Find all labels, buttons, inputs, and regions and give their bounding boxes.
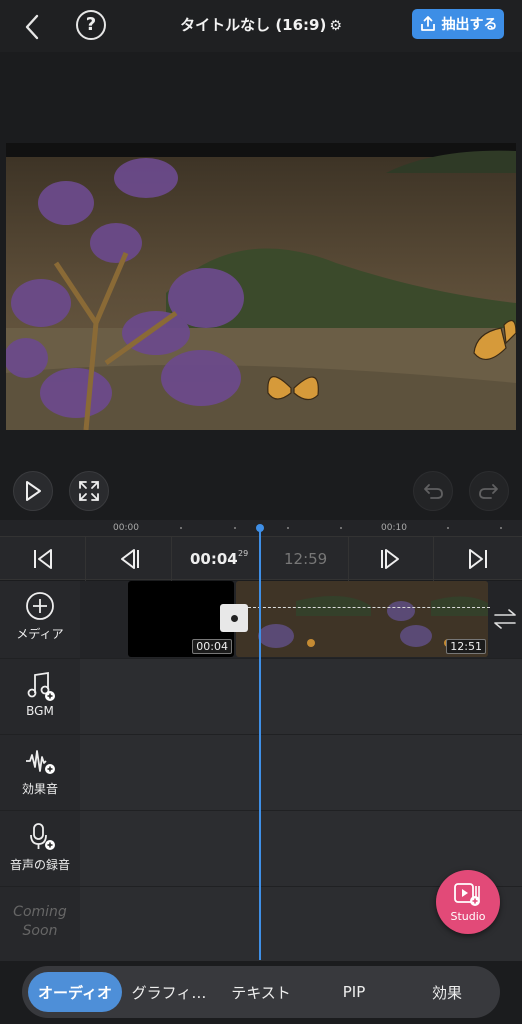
studio-button[interactable]: Studio bbox=[436, 870, 500, 934]
undo-button[interactable] bbox=[413, 471, 453, 511]
redo-button[interactable] bbox=[469, 471, 509, 511]
track-sfx-button[interactable]: 効果音 bbox=[0, 735, 80, 810]
prev-frame-button[interactable] bbox=[86, 537, 172, 581]
studio-icon bbox=[454, 882, 480, 906]
top-bar: ? タイトルなし (16:9) ⚙ 抽出する bbox=[0, 0, 522, 52]
chevron-left-icon bbox=[25, 14, 39, 40]
track-bgm-button[interactable]: BGM bbox=[0, 659, 80, 734]
redo-icon bbox=[479, 484, 498, 499]
video-frame-image bbox=[6, 143, 516, 430]
export-button[interactable]: 抽出する bbox=[412, 9, 504, 39]
project-title[interactable]: タイトルなし (16:9) ⚙ bbox=[150, 14, 372, 35]
transition-dot bbox=[230, 614, 238, 622]
ruler-dot bbox=[234, 527, 236, 529]
total-time: 12:59 bbox=[284, 550, 328, 568]
tab-audio[interactable]: オーディオ bbox=[28, 972, 122, 1012]
clip-1-duration: 00:04 bbox=[192, 639, 232, 654]
back-button[interactable] bbox=[18, 12, 48, 42]
skip-start-icon bbox=[33, 549, 52, 569]
video-preview[interactable] bbox=[6, 143, 516, 430]
playhead[interactable] bbox=[259, 528, 261, 960]
playhead-knob[interactable] bbox=[256, 524, 264, 532]
ruler-dot bbox=[340, 527, 342, 529]
ruler-dot bbox=[447, 527, 449, 529]
tab-pip[interactable]: PIP bbox=[312, 972, 396, 1012]
step-back-icon bbox=[120, 549, 139, 569]
track-bgm-label: BGM bbox=[26, 704, 54, 718]
track-media-button[interactable]: メディア bbox=[0, 581, 80, 658]
add-circle-icon bbox=[26, 592, 54, 620]
jump-to-end-button[interactable] bbox=[435, 537, 521, 581]
skip-end-icon bbox=[469, 549, 487, 569]
sfx-lane[interactable] bbox=[80, 735, 522, 810]
tab-text[interactable]: テキスト bbox=[216, 972, 306, 1012]
ruler-dot bbox=[287, 527, 289, 529]
timecode-display: 00:04 29 12:59 bbox=[174, 537, 348, 581]
bgm-lane[interactable] bbox=[80, 659, 522, 734]
step-forward-icon bbox=[381, 549, 399, 569]
swap-icon[interactable] bbox=[492, 606, 518, 632]
ruler-tick-label: 00:00 bbox=[113, 523, 139, 533]
current-time: 00:04 bbox=[190, 550, 238, 568]
project-title-text: タイトルなし (16:9) bbox=[180, 16, 327, 34]
ruler-dot bbox=[500, 527, 502, 529]
gear-icon[interactable]: ⚙ bbox=[329, 18, 342, 34]
current-frame: 29 bbox=[238, 549, 249, 558]
export-label: 抽出する bbox=[441, 17, 498, 33]
share-icon bbox=[420, 16, 435, 31]
track-voice-label: 音声の録音 bbox=[9, 858, 70, 872]
microphone-icon bbox=[30, 823, 55, 850]
ruler-dot bbox=[180, 527, 182, 529]
help-button[interactable]: ? bbox=[76, 10, 106, 40]
clip-guide-line bbox=[248, 607, 490, 608]
waveform-icon bbox=[26, 750, 55, 774]
undo-icon bbox=[424, 484, 443, 499]
fullscreen-button[interactable] bbox=[69, 471, 109, 511]
ruler-tick-label: 00:10 bbox=[381, 523, 407, 533]
tab-graphics[interactable]: グラフィ… bbox=[122, 972, 216, 1012]
tab-effects[interactable]: 効果 bbox=[402, 972, 492, 1012]
clip-2-duration: 12:51 bbox=[446, 639, 486, 654]
video-clip-1[interactable]: 00:04 bbox=[128, 581, 234, 657]
bottom-tab-bar: オーディオ グラフィ… テキスト PIP 効果 bbox=[22, 966, 500, 1018]
track-sfx-label: 効果音 bbox=[21, 782, 58, 796]
jump-to-start-button[interactable] bbox=[0, 537, 86, 581]
coming-soon-label: Coming Soon bbox=[0, 887, 80, 961]
video-clip-2[interactable]: 12:51 bbox=[236, 581, 488, 657]
play-icon bbox=[26, 481, 41, 501]
track-media-label: メディア bbox=[16, 627, 64, 641]
next-frame-button[interactable] bbox=[348, 537, 434, 581]
transition-button[interactable] bbox=[220, 604, 248, 632]
transport-bar: 00:04 29 12:59 bbox=[0, 536, 522, 581]
studio-label: Studio bbox=[450, 909, 486, 923]
expand-icon bbox=[79, 481, 99, 501]
music-note-icon bbox=[27, 671, 55, 701]
track-voice-button[interactable]: 音声の録音 bbox=[0, 811, 80, 886]
play-button[interactable] bbox=[13, 471, 53, 511]
